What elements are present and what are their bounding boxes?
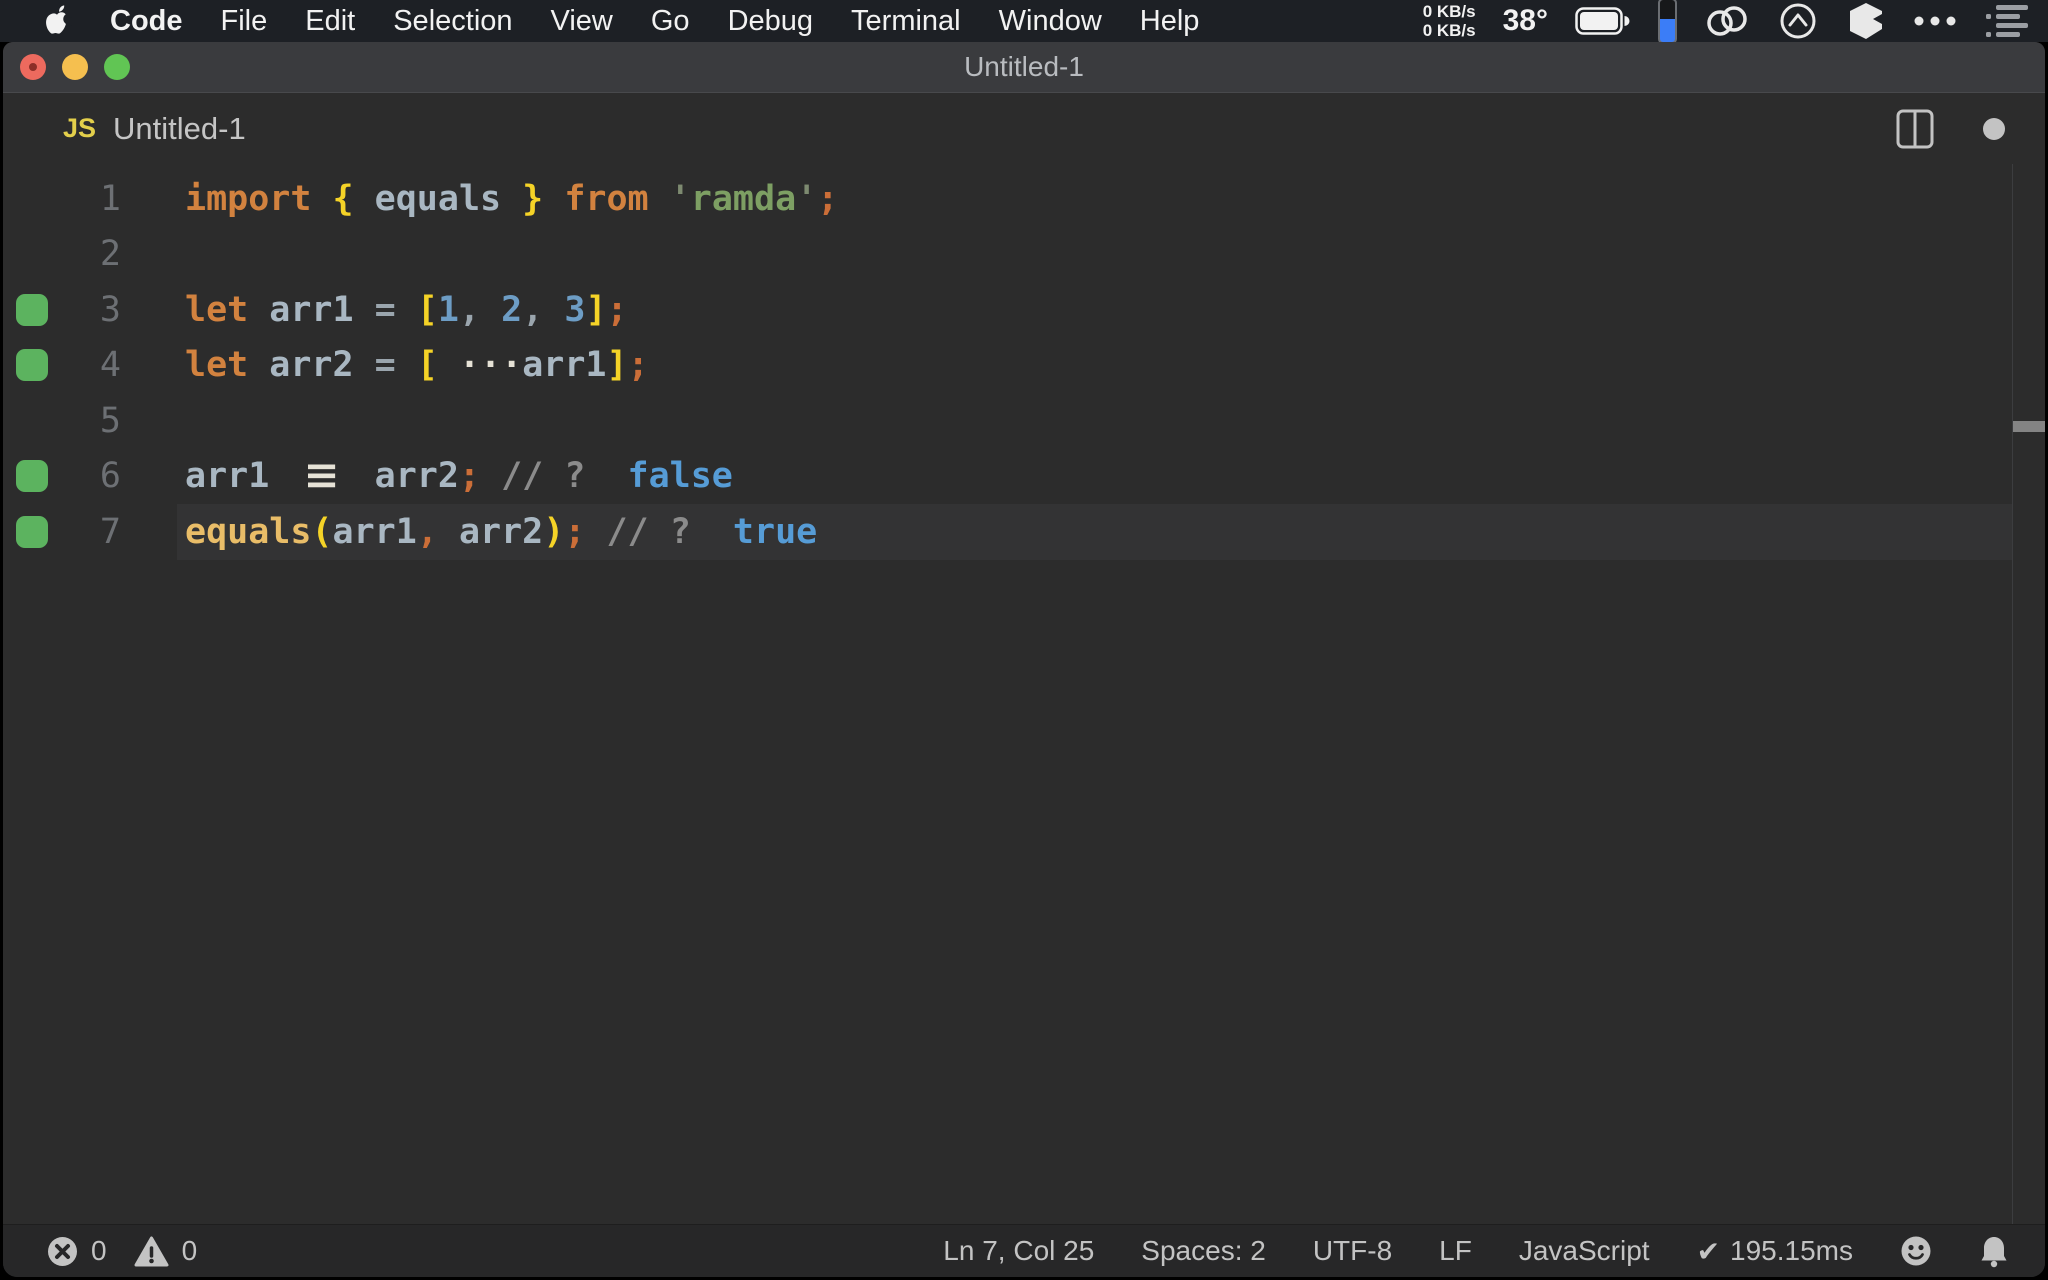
code-editor[interactable]: 1 import { equals } from 'ramda'; 2 3 let ar… [3, 164, 2045, 1224]
vscode-window: Untitled-1 JS Untitled-1 1 import { equal… [3, 42, 2045, 1277]
split-editor-icon[interactable] [1895, 109, 1935, 149]
status-items: Ln 7, Col 25 Spaces: 2 UTF-8 LF JavaScript [943, 1235, 1649, 1267]
quokka-coverage-marker [16, 349, 48, 382]
window-titlebar[interactable]: Untitled-1 [3, 42, 2045, 93]
menu-item-file[interactable]: File [221, 5, 268, 38]
gutter-glyph-margin [3, 460, 61, 493]
zoom-button[interactable] [104, 54, 130, 80]
code-line-5[interactable]: 5 [3, 393, 2045, 449]
code-line-3[interactable]: 3 let arr1 = [1, 2, 3]; [3, 282, 2045, 338]
code-lines: 1 import { equals } from 'ramda'; 2 3 let ar… [3, 164, 2045, 560]
tab-filename[interactable]: Untitled-1 [113, 111, 246, 147]
gutter-glyph-margin [3, 515, 61, 548]
quokka-coverage-marker [16, 460, 48, 493]
battery-indicator[interactable] [1575, 7, 1631, 35]
editor-tab-bar: JS Untitled-1 [3, 93, 2045, 164]
line-number: 7 [99, 511, 121, 552]
errors-count: 0 [91, 1235, 107, 1266]
code-text: arr1 ≡ arr2; // ? false [185, 453, 733, 500]
menu-item-app[interactable]: Code [110, 5, 183, 38]
minimize-button[interactable] [62, 54, 88, 80]
network-speed-indicator[interactable]: 0 KB/s 0 KB/s [1423, 2, 1476, 40]
line-number: 3 [99, 289, 121, 330]
code-line-4[interactable]: 4 let arr2 = [ ···arr1]; [3, 338, 2045, 394]
gutter-glyph-margin [3, 293, 61, 326]
display-level-indicator[interactable] [1658, 0, 1677, 44]
tab-actions [1895, 109, 2005, 149]
code-text: let arr2 = [ ···arr1]; [185, 345, 649, 386]
status-bar-right: Ln 7, Col 25 Spaces: 2 UTF-8 LF JavaScript ✔… [943, 1235, 2009, 1268]
code-line-7[interactable]: 7 equals(arr1, arr2); // ? true [3, 504, 2045, 560]
status-language[interactable]: JavaScript [1519, 1235, 1650, 1267]
code-line-1[interactable]: 1 import { equals } from 'ramda'; [3, 171, 2045, 227]
overview-ruler[interactable] [2012, 164, 2045, 1224]
code-text: import { equals } from 'ramda'; [185, 178, 839, 219]
quokka-performance[interactable]: ✔ 195.15ms [1697, 1235, 1853, 1268]
code-text: let arr1 = [1, 2, 3]; [185, 289, 628, 330]
line-number: 2 [99, 234, 121, 275]
box-menu-item[interactable] [1846, 0, 1886, 42]
menu-item-window[interactable]: Window [999, 5, 1102, 38]
quokka-coverage-marker [16, 293, 48, 326]
window-title: Untitled-1 [964, 51, 1084, 82]
status-eol[interactable]: LF [1439, 1235, 1472, 1267]
ellipsis-icon [1914, 16, 1956, 26]
linked-rings-icon [1707, 6, 1747, 36]
blue-level-icon [1658, 0, 1677, 44]
menu-item-help[interactable]: Help [1140, 5, 1200, 38]
menu-item-view[interactable]: View [551, 5, 613, 38]
line-number: 4 [99, 345, 121, 386]
unsaved-changes-indicator[interactable] [1983, 117, 2005, 140]
code-line-6[interactable]: 6 arr1 ≡ arr2; // ? false [3, 449, 2045, 505]
menu-item-debug[interactable]: Debug [728, 5, 813, 38]
menu-bar-extras: 0 KB/s 0 KB/s 38° [1423, 0, 2030, 44]
feedback-smiley-icon[interactable] [1900, 1235, 1932, 1267]
menu-item-edit[interactable]: Edit [305, 5, 355, 38]
battery-icon [1575, 7, 1630, 35]
list-menu-item[interactable] [1984, 4, 2030, 38]
status-cursor-position[interactable]: Ln 7, Col 25 [943, 1235, 1094, 1267]
more-menu-item[interactable] [1913, 16, 1957, 26]
status-bar: 0 0 Ln 7, Col 25 Spaces: 2 UTF-8 LF JavaScri… [3, 1224, 2045, 1277]
menu-item-selection[interactable]: Selection [393, 5, 512, 38]
code-line-2[interactable]: 2 [3, 227, 2045, 283]
line-number: 1 [99, 178, 121, 219]
close-button[interactable] [20, 54, 46, 80]
warnings-icon [134, 1236, 169, 1266]
quokka-coverage-marker [16, 515, 48, 548]
macos-menu-bar: Code File Edit Selection View Go Debug Terminal… [0, 0, 2048, 44]
traffic-lights [20, 42, 130, 92]
notifications-bell-icon[interactable] [1979, 1235, 2009, 1268]
status-encoding[interactable]: UTF-8 [1313, 1235, 1392, 1267]
apple-menu[interactable] [42, 4, 72, 38]
gutter-glyph-margin [3, 349, 61, 382]
menu-item-terminal[interactable]: Terminal [851, 5, 961, 38]
javascript-file-icon: JS [63, 113, 97, 143]
apple-icon [46, 5, 72, 34]
circle-chevron-menu-item[interactable] [1777, 0, 1819, 42]
menu-item-go[interactable]: Go [651, 5, 690, 38]
list-icon [1986, 5, 2028, 37]
menu-items: Code File Edit Selection View Go Debug Terminal… [110, 5, 1199, 38]
warnings-count: 0 [181, 1235, 198, 1266]
line-number: 5 [99, 400, 121, 441]
line-number: 6 [99, 456, 121, 497]
code-text: equals(arr1, arr2); // ? true [185, 511, 818, 552]
box-icon [1850, 3, 1882, 39]
run-time: 195.15ms [1730, 1235, 1853, 1266]
status-indentation[interactable]: Spaces: 2 [1141, 1235, 1266, 1267]
circle-chevron-icon [1780, 3, 1816, 39]
net-up-label: 0 KB/s [1422, 2, 1476, 21]
check-icon: ✔ [1696, 1235, 1721, 1267]
linked-rings-menu-item[interactable] [1704, 0, 1750, 42]
temperature-indicator[interactable]: 38° [1503, 4, 1548, 38]
cursor-position-marker [2013, 421, 2045, 432]
errors-icon [48, 1236, 77, 1266]
problems-indicator[interactable]: 0 0 [47, 1235, 211, 1267]
net-down-label: 0 KB/s [1422, 21, 1476, 40]
